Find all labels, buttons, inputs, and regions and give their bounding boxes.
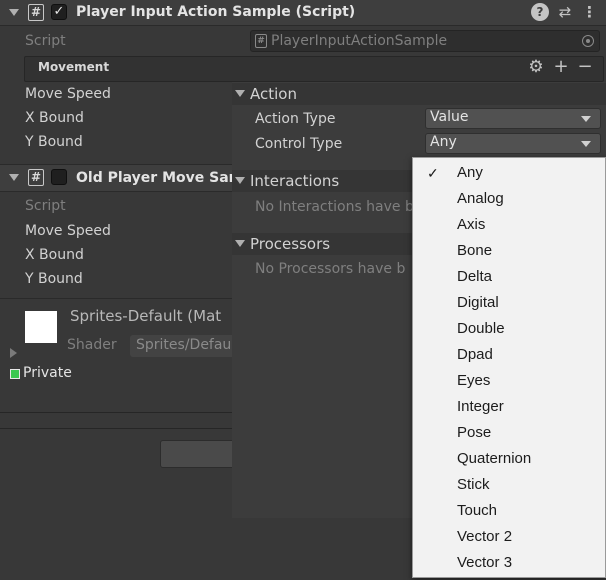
control-type-option-dpad[interactable]: Dpad — [413, 342, 605, 368]
processors-section-title: Processors — [250, 235, 331, 253]
control-type-option-vector-3[interactable]: Vector 3 — [413, 550, 605, 576]
menu-item-label: Analog — [457, 190, 504, 207]
menu-item-label: Double — [457, 320, 505, 337]
component1-title: Player Input Action Sample (Script) — [76, 4, 356, 20]
control-type-option-digital[interactable]: Digital — [413, 290, 605, 316]
component2-foldout-arrow-icon[interactable] — [9, 174, 19, 181]
component1-script-label: Script — [25, 33, 66, 49]
action-section-title: Action — [250, 85, 297, 103]
control-type-dropdown-menu: ✓ Any Analog Axis Bone Delta Digital Double Dpad… — [412, 157, 606, 578]
menu-item-label: Integer — [457, 398, 504, 415]
action-type-label: Action Type — [255, 111, 336, 127]
processors-foldout-arrow-icon[interactable] — [235, 240, 245, 247]
menu-item-label: Vector 3 — [457, 554, 513, 571]
help-icon[interactable]: ? — [531, 3, 549, 21]
shader-label: Shader — [67, 337, 117, 353]
action-type-dropdown[interactable]: Value — [425, 108, 601, 129]
processors-empty-message: No Processors have b — [255, 261, 406, 277]
script-file-icon: # — [255, 34, 267, 48]
control-type-option-bone[interactable]: Bone — [413, 238, 605, 264]
control-type-dropdown[interactable]: Any — [425, 133, 601, 154]
control-type-option-stick[interactable]: Stick — [413, 472, 605, 498]
interactions-section-title: Interactions — [250, 172, 340, 190]
component1-script-icon: # — [28, 4, 44, 21]
interactions-empty-message: No Interactions have b — [255, 199, 414, 215]
component1-enabled-checkbox[interactable]: ✓ — [51, 4, 67, 20]
kebab-menu-icon[interactable]: ⋮ — [582, 3, 597, 21]
component2-field-move-speed: Move Speed — [25, 223, 111, 239]
object-picker-icon-dot — [586, 39, 590, 43]
control-type-option-double[interactable]: Double — [413, 316, 605, 342]
chevron-down-icon — [581, 141, 591, 147]
control-type-option-any[interactable]: ✓ Any — [413, 160, 605, 186]
component2-enabled-checkbox[interactable] — [51, 169, 67, 185]
menu-item-label: Quaternion — [457, 450, 532, 467]
menu-item-label: Eyes — [457, 372, 491, 389]
menu-item-label: Bone — [457, 242, 493, 259]
component2-field-x-bound: X Bound — [25, 247, 84, 263]
control-type-value: Any — [430, 134, 457, 150]
component1-field-y-bound: Y Bound — [25, 134, 83, 150]
material-name: Sprites-Default (Mat — [70, 307, 222, 325]
checkmark-icon: ✓ — [427, 165, 439, 181]
interactions-foldout-arrow-icon[interactable] — [235, 177, 245, 184]
control-type-label: Control Type — [255, 136, 343, 152]
menu-item-label: Digital — [457, 294, 499, 311]
chevron-down-icon — [581, 116, 591, 122]
component1-field-x-bound: X Bound — [25, 110, 84, 126]
menu-item-label: Pose — [457, 424, 492, 441]
movement-list-header[interactable] — [24, 56, 604, 82]
private-label: Private — [23, 365, 72, 381]
control-type-option-vector-2[interactable]: Vector 2 — [413, 524, 605, 550]
gear-icon[interactable]: ⚙ — [527, 57, 545, 77]
component1-field-move-speed: Move Speed — [25, 86, 111, 102]
menu-item-label: Stick — [457, 476, 490, 493]
control-type-option-touch[interactable]: Touch — [413, 498, 605, 524]
control-type-option-quaternion[interactable]: Quaternion — [413, 446, 605, 472]
control-type-option-analog[interactable]: Analog — [413, 186, 605, 212]
component1-foldout-arrow-icon[interactable] — [9, 9, 19, 16]
control-type-option-axis[interactable]: Axis — [413, 212, 605, 238]
action-foldout-arrow-icon[interactable] — [235, 90, 245, 97]
control-type-option-pose[interactable]: Pose — [413, 420, 605, 446]
menu-item-label: Dpad — [457, 346, 493, 363]
material-preview-thumbnail[interactable] — [25, 311, 57, 343]
control-type-option-integer[interactable]: Integer — [413, 394, 605, 420]
action-type-value: Value — [430, 109, 469, 125]
component2-script-label: Script — [25, 198, 66, 214]
presets-icon[interactable]: ⇄ — [556, 3, 574, 21]
shader-value: Sprites/Defau — [136, 337, 232, 353]
menu-item-label: Touch — [457, 502, 498, 519]
component1-script-value: PlayerInputActionSample — [271, 33, 448, 49]
menu-item-label: Axis — [457, 216, 486, 233]
menu-item-label: Vector 2 — [457, 528, 513, 545]
component2-script-icon: # — [28, 169, 44, 186]
component2-field-y-bound: Y Bound — [25, 271, 83, 287]
movement-list-title: Movement — [38, 60, 110, 74]
material-foldout-arrow-icon[interactable] — [10, 348, 17, 358]
component2-title: Old Player Move Sam — [76, 170, 244, 186]
control-type-option-delta[interactable]: Delta — [413, 264, 605, 290]
remove-icon[interactable]: − — [576, 57, 594, 77]
add-icon[interactable]: + — [552, 57, 570, 77]
menu-item-label: Delta — [457, 268, 493, 285]
menu-item-label: Any — [457, 164, 483, 181]
control-type-option-eyes[interactable]: Eyes — [413, 368, 605, 394]
private-badge-icon — [10, 369, 20, 379]
